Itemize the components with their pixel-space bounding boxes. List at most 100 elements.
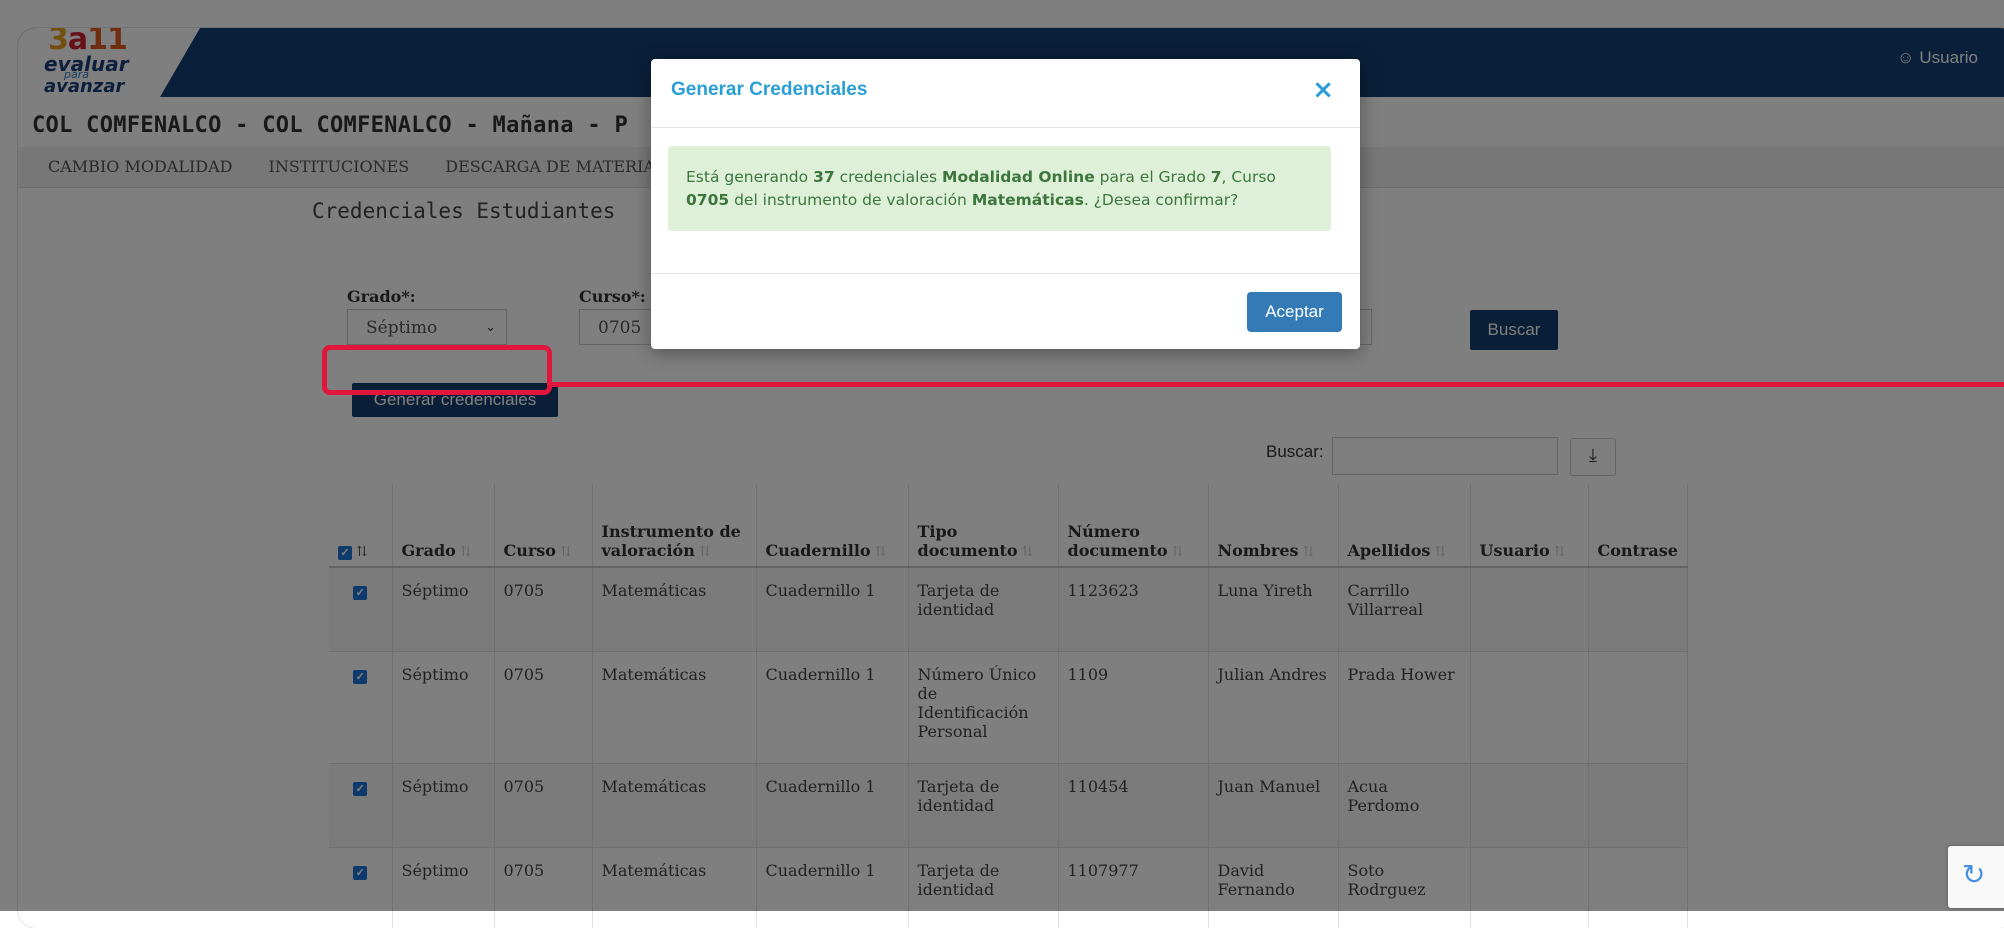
row-checkbox-cell[interactable]: ✓ bbox=[329, 846, 393, 928]
cell-curso: 0705 bbox=[494, 566, 593, 651]
cell-numero-documento: 110454 bbox=[1058, 762, 1209, 847]
cell-nombres: Julian Andres bbox=[1208, 650, 1339, 763]
column-header-cuadernillo[interactable]: Cuadernillo ⇅ bbox=[756, 484, 909, 568]
modal-title: Generar Credenciales bbox=[671, 79, 868, 100]
chevron-down-icon: ⌄ bbox=[485, 320, 496, 335]
cell-instrumento: Matemáticas bbox=[592, 846, 757, 928]
cell-grado: Séptimo bbox=[392, 762, 495, 847]
cell-usuario bbox=[1470, 650, 1589, 763]
nav-item-descarga-material[interactable]: DESCARGA DE MATERIAL bbox=[427, 147, 683, 187]
cell-grado: Séptimo bbox=[392, 650, 495, 763]
sort-icon: ⇅ bbox=[559, 544, 572, 560]
grado-select[interactable]: Séptimo ⌄ bbox=[347, 309, 507, 345]
grado-select-value: Séptimo bbox=[366, 318, 438, 338]
cell-contrasena bbox=[1588, 566, 1688, 651]
column-header-usuario[interactable]: Usuario ⇅ bbox=[1470, 484, 1589, 568]
table-row[interactable]: ✓ Séptimo 0705 Matemáticas Cuadernillo 1… bbox=[329, 566, 1688, 651]
cell-nombres: David Fernando bbox=[1208, 846, 1339, 928]
column-header-nombres[interactable]: Nombres ⇅ bbox=[1208, 484, 1339, 568]
cell-curso: 0705 bbox=[494, 650, 593, 763]
generate-credentials-modal: Generar Credenciales × Está generando 37… bbox=[651, 59, 1360, 349]
download-button[interactable]: ⤓ bbox=[1570, 438, 1616, 476]
cell-cuadernillo: Cuadernillo 1 bbox=[756, 846, 909, 928]
accept-button[interactable]: Aceptar bbox=[1247, 292, 1342, 332]
cell-instrumento: Matemáticas bbox=[592, 650, 757, 763]
cell-usuario bbox=[1470, 762, 1589, 847]
sort-icon: ⇅ bbox=[1171, 544, 1184, 560]
table-row[interactable]: ✓ Séptimo 0705 Matemáticas Cuadernillo 1… bbox=[329, 846, 1688, 928]
column-header-tipo-documento[interactable]: Tipo documento ⇅ bbox=[908, 484, 1059, 568]
cell-numero-documento: 1109 bbox=[1058, 650, 1209, 763]
table-row[interactable]: ✓ Séptimo 0705 Matemáticas Cuadernillo 1… bbox=[329, 650, 1688, 763]
app-logo[interactable]: 3a11 evaluar para avanzar bbox=[40, 28, 170, 97]
students-table: ✓ ⇅ Grado ⇅ Curso ⇅ Instrumento de valoraci… bbox=[329, 484, 1688, 928]
cell-contrasena bbox=[1588, 650, 1688, 763]
sort-icon: ⇅ bbox=[698, 544, 711, 560]
modal-footer-divider bbox=[651, 273, 1360, 274]
row-checkbox-cell[interactable]: ✓ bbox=[329, 566, 393, 651]
search-input[interactable] bbox=[1332, 437, 1558, 475]
nav-item-cambio-modalidad[interactable]: CAMBIO MODALIDAD bbox=[18, 147, 251, 187]
user-menu[interactable]: ☺ Usuario bbox=[1897, 48, 1978, 68]
close-icon[interactable]: × bbox=[1312, 75, 1334, 105]
sort-icon: ⇅ bbox=[1553, 544, 1566, 560]
cell-grado: Séptimo bbox=[392, 566, 495, 651]
page-title: Credenciales Estudiantes bbox=[312, 199, 616, 223]
cell-usuario bbox=[1470, 566, 1589, 651]
table-row[interactable]: ✓ Séptimo 0705 Matemáticas Cuadernillo 1… bbox=[329, 762, 1688, 847]
user-label: Usuario bbox=[1919, 48, 1978, 67]
annotation-highlight-box bbox=[322, 345, 552, 395]
cell-instrumento: Matemáticas bbox=[592, 762, 757, 847]
column-header-numero-documento[interactable]: Número documento ⇅ bbox=[1058, 484, 1209, 568]
modal-header: Generar Credenciales × bbox=[651, 59, 1360, 128]
sort-icon: ⇅ bbox=[1434, 544, 1447, 560]
cell-nombres: Luna Yireth bbox=[1208, 566, 1339, 651]
table-header-row: ✓ ⇅ Grado ⇅ Curso ⇅ Instrumento de valoraci… bbox=[329, 484, 1688, 568]
cell-usuario bbox=[1470, 846, 1589, 928]
cell-grado: Séptimo bbox=[392, 846, 495, 928]
checkbox-icon[interactable]: ✓ bbox=[353, 865, 368, 880]
column-header-apellidos[interactable]: Apellidos ⇅ bbox=[1338, 484, 1471, 568]
grado-label: Grado*: bbox=[347, 287, 416, 306]
select-all-header[interactable]: ✓ ⇅ bbox=[329, 484, 393, 568]
cell-tipo-documento: Tarjeta de identidad bbox=[908, 762, 1059, 847]
checkbox-icon[interactable]: ✓ bbox=[353, 669, 368, 684]
column-header-contrasena[interactable]: Contrase bbox=[1588, 484, 1688, 568]
column-header-instrumento[interactable]: Instrumento de valoración ⇅ bbox=[592, 484, 757, 568]
cell-tipo-documento: Tarjeta de identidad bbox=[908, 566, 1059, 651]
download-icon: ⤓ bbox=[1589, 445, 1597, 466]
cell-curso: 0705 bbox=[494, 762, 593, 847]
checkbox-icon[interactable]: ✓ bbox=[353, 586, 368, 600]
cell-contrasena bbox=[1588, 762, 1688, 847]
column-header-curso[interactable]: Curso ⇅ bbox=[494, 484, 593, 568]
cell-apellidos: Carrillo Villarreal bbox=[1338, 566, 1471, 651]
user-icon: ☺ bbox=[1897, 48, 1915, 67]
cell-cuadernillo: Cuadernillo 1 bbox=[756, 650, 909, 763]
sort-icon: ⇅ bbox=[1302, 544, 1315, 560]
checkbox-icon[interactable]: ✓ bbox=[353, 781, 368, 796]
cell-nombres: Juan Manuel bbox=[1208, 762, 1339, 847]
curso-select-value: 0705 bbox=[598, 318, 642, 338]
recaptcha-icon: ↻ bbox=[1962, 858, 1986, 891]
checkbox-icon[interactable]: ✓ bbox=[338, 546, 352, 560]
cell-instrumento: Matemáticas bbox=[592, 566, 757, 651]
row-checkbox-cell[interactable]: ✓ bbox=[329, 762, 393, 847]
cell-contrasena bbox=[1588, 846, 1688, 928]
sort-icon[interactable]: ⇅ bbox=[356, 544, 368, 560]
search-label: Buscar: bbox=[1266, 442, 1324, 461]
cell-apellidos: Acua Perdomo bbox=[1338, 762, 1471, 847]
cell-apellidos: Soto Rodrguez bbox=[1338, 846, 1471, 928]
cell-cuadernillo: Cuadernillo 1 bbox=[756, 762, 909, 847]
cell-apellidos: Prada Hower bbox=[1338, 650, 1471, 763]
confirmation-message: Está generando 37 credenciales Modalidad… bbox=[668, 146, 1331, 231]
row-checkbox-cell[interactable]: ✓ bbox=[329, 650, 393, 763]
sort-icon: ⇅ bbox=[459, 544, 472, 560]
buscar-button[interactable]: Buscar bbox=[1470, 310, 1558, 350]
nav-item-instituciones[interactable]: INSTITUCIONES bbox=[251, 147, 428, 187]
logo-word-avanzar: avanzar bbox=[44, 76, 125, 97]
column-header-grado[interactable]: Grado ⇅ bbox=[392, 484, 495, 568]
sort-icon: ⇅ bbox=[874, 544, 887, 560]
cell-tipo-documento: Tarjeta de identidad bbox=[908, 846, 1059, 928]
curso-label: Curso*: bbox=[579, 287, 646, 306]
recaptcha-badge[interactable]: ↻ bbox=[1948, 846, 2004, 908]
